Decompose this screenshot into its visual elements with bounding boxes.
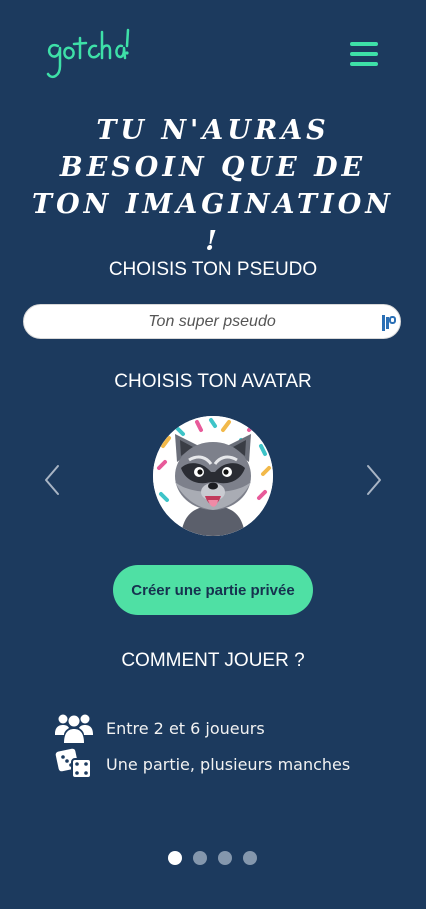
rule-item-players: Entre 2 et 6 joueurs — [55, 710, 265, 746]
chevron-left-icon[interactable] — [40, 462, 64, 498]
avatar-title: CHOISIS TON AVATAR — [114, 371, 312, 392]
how-to-title: COMMENT JOUER ? — [121, 650, 305, 671]
pagination — [168, 851, 257, 865]
menu-bar — [350, 42, 378, 46]
rule-text: Une partie, plusieurs manches — [106, 754, 351, 774]
page-dot-1[interactable] — [168, 851, 182, 865]
hamburger-menu-icon[interactable] — [350, 42, 378, 68]
menu-bar — [350, 52, 378, 56]
page-dot-4[interactable] — [243, 851, 257, 865]
chevron-right-icon[interactable] — [362, 462, 386, 498]
page-dot-2[interactable] — [193, 851, 207, 865]
users-group-icon — [55, 714, 93, 743]
pseudo-title: CHOISIS TON PSEUDO — [108, 259, 318, 280]
raccoon-illustration — [153, 416, 273, 536]
raccoon-avatar[interactable] — [153, 416, 273, 536]
pseudo-field[interactable] — [23, 304, 401, 339]
menu-bar — [350, 62, 378, 66]
dice-icon — [55, 748, 92, 779]
page-dot-3[interactable] — [218, 851, 232, 865]
hero-headline: Tu n'auras besoin que de ton imagination… — [32, 115, 394, 257]
create-private-game-button[interactable]: Créer une partie privée — [113, 565, 313, 615]
password-manager-icon[interactable] — [382, 315, 396, 331]
rule-item-rounds: Une partie, plusieurs manches — [55, 746, 350, 782]
pseudo-input[interactable] — [24, 305, 400, 338]
gotcha-logo[interactable] — [44, 26, 130, 86]
rule-text: Entre 2 et 6 joueurs — [106, 718, 265, 738]
